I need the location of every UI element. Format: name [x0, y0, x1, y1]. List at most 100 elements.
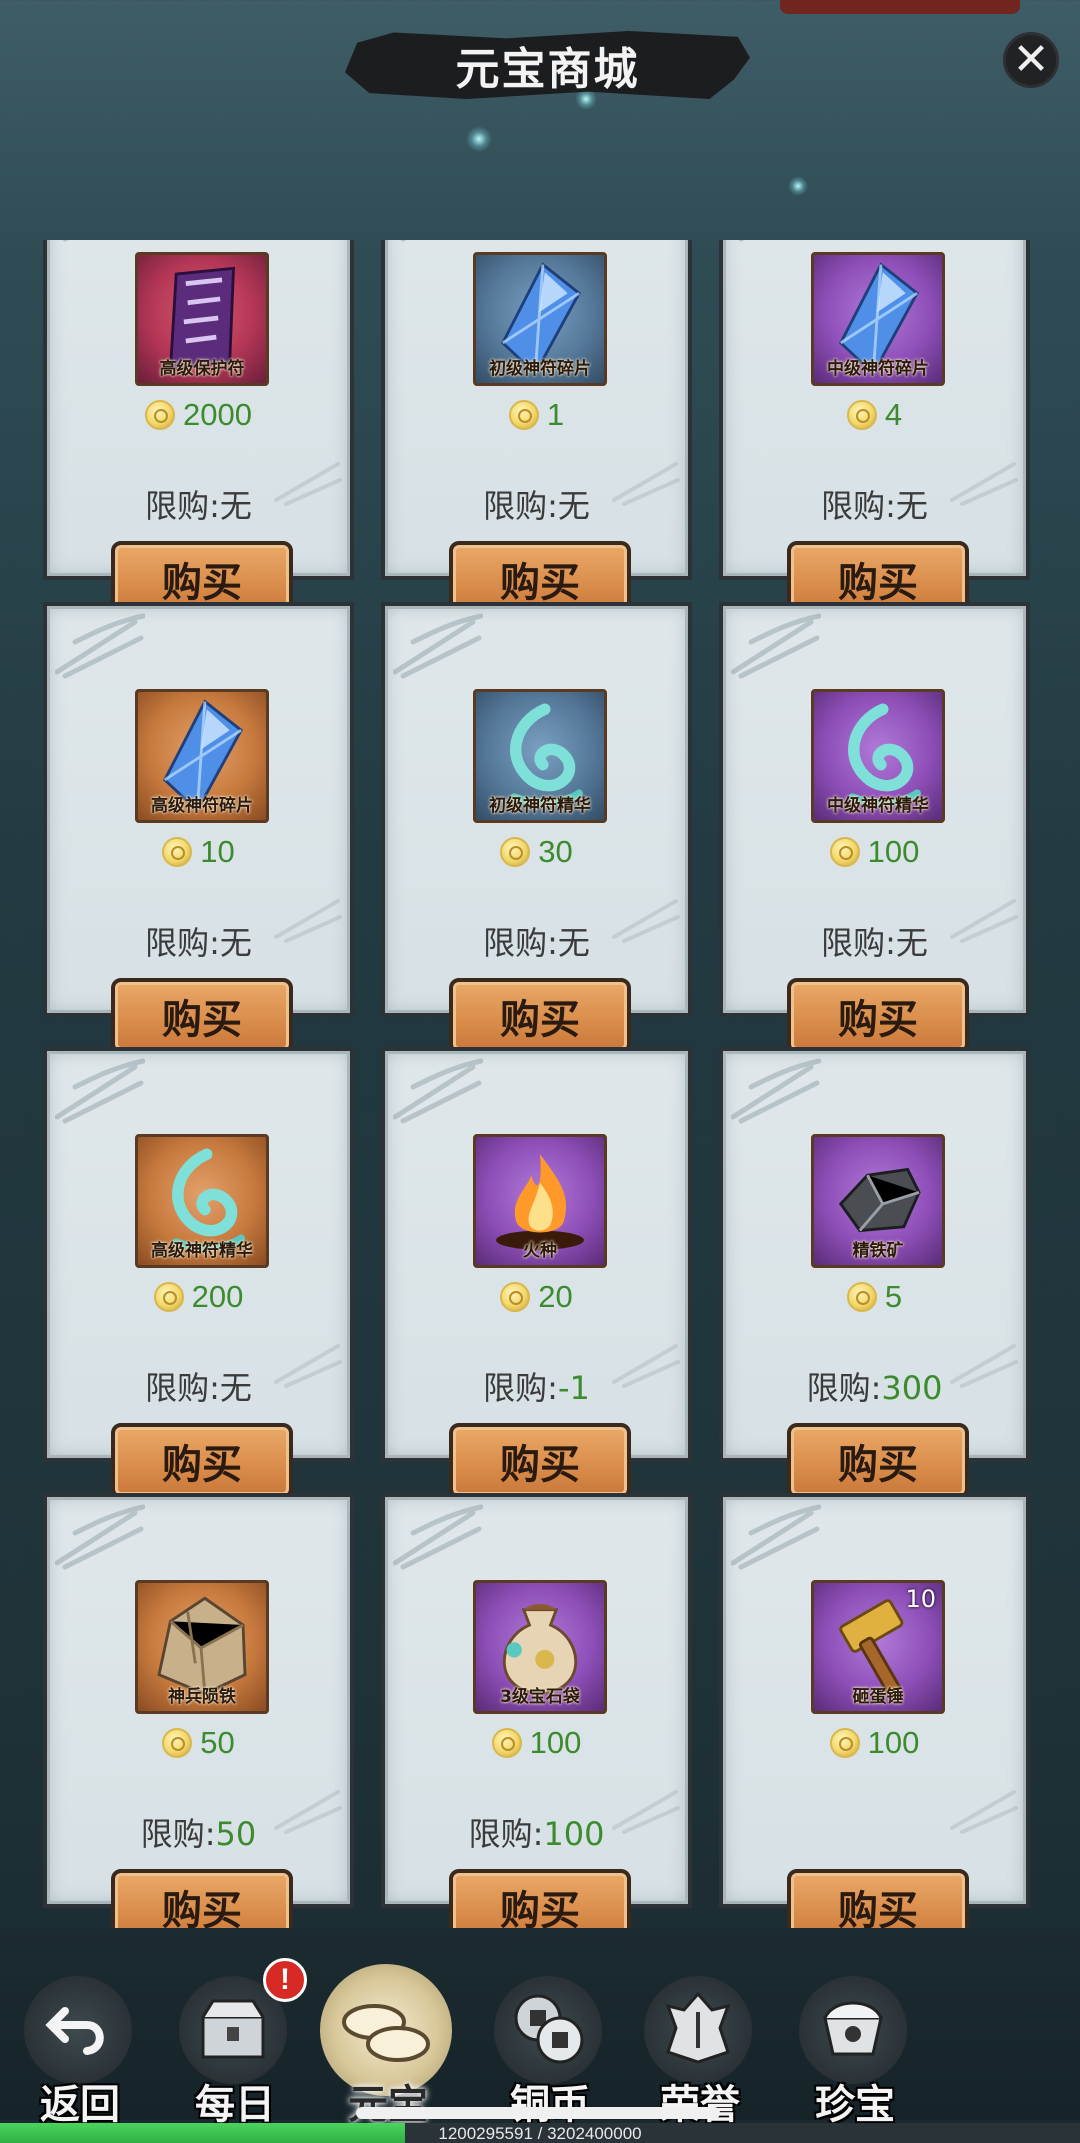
item-name: 初级神符碎片	[489, 359, 591, 379]
limit-label: 限购:	[821, 487, 896, 525]
buy-button[interactable]: 购买	[111, 978, 293, 1054]
ingot-coin-icon	[162, 1728, 193, 1758]
copper-coin-icon	[508, 1988, 588, 2072]
bamboo-decoration	[393, 1504, 483, 1570]
limit-label: 限购:	[145, 1369, 220, 1407]
item-name: 高级神符碎片	[151, 796, 253, 816]
shop-item-card: 中级神符精华 100 限购:无 购买	[719, 602, 1030, 1054]
item-icon-frame[interactable]: 高级神符精华	[135, 1134, 269, 1268]
tab-treasure[interactable]: 珍宝	[785, 1928, 925, 2128]
limit-label: 限购:	[483, 487, 558, 525]
limit-label: 限购:	[468, 1815, 544, 1853]
bottom-tab-bar: 返回 每日! 元宝 铜币 荣誉 珍宝	[0, 1928, 1080, 2128]
tab-back-arrow[interactable]: 返回	[10, 1928, 150, 2128]
close-icon: ✕	[1012, 34, 1050, 85]
item-price: 100	[529, 1725, 582, 1760]
bamboo-decoration	[731, 1058, 821, 1124]
purchase-limit: 限购:100	[385, 1809, 688, 1855]
shop-item-card: 高级神符碎片 10 限购:无 购买	[43, 602, 354, 1054]
item-price: 100	[867, 834, 920, 869]
ingot-coin-icon	[508, 400, 539, 430]
ingot-coin-icon	[145, 400, 176, 430]
item-icon-frame[interactable]: 中级神符碎片	[811, 252, 945, 386]
progress-bar: 1200295591 / 3202400000	[0, 2123, 1080, 2143]
item-icon-frame[interactable]: 砸蛋锤 10	[811, 1580, 945, 1714]
item-name: 神兵陨铁	[168, 1687, 236, 1707]
item-icon-frame[interactable]: 初级神符精华	[473, 689, 607, 823]
item-price: 30	[538, 834, 573, 869]
tab-icon-circle	[494, 1976, 602, 2084]
purchase-limit: 限购:无	[385, 481, 688, 527]
item-name: 中级神符精华	[827, 796, 929, 816]
tab-chest[interactable]: 每日!	[165, 1928, 307, 2128]
price-row: 4	[723, 397, 1026, 433]
item-icon-frame[interactable]: 3级宝石袋	[473, 1580, 607, 1714]
tab-label: 每日	[195, 2081, 275, 2128]
item-icon-frame[interactable]: 火种	[473, 1134, 607, 1268]
tab-copper-coin[interactable]: 铜币	[480, 1928, 620, 2128]
item-price: 20	[538, 1279, 573, 1314]
item-count: 10	[905, 1585, 936, 1613]
purchase-limit: 限购:无	[385, 918, 688, 964]
item-icon-frame[interactable]: 高级神符碎片	[135, 689, 269, 823]
limit-value: -1	[557, 1369, 590, 1407]
buy-button[interactable]: 购买	[449, 1423, 631, 1499]
shop-item-card: 砸蛋锤 10 100 购买	[719, 1493, 1030, 1928]
shop-item-card: 火种 20 限购:-1 购买	[381, 1047, 692, 1499]
limit-label: 限购:	[145, 487, 220, 525]
limit-value: 50	[215, 1815, 257, 1853]
buy-button[interactable]: 购买	[111, 1423, 293, 1499]
tab-honor-emblem[interactable]: 荣誉	[630, 1928, 770, 2128]
shop-item-card: 中级神符碎片 4 限购:无 购买	[719, 240, 1030, 617]
item-icon-frame[interactable]: 高级保护符	[135, 252, 269, 386]
item-name: 中级神符碎片	[827, 359, 929, 379]
tab-label: 元宝	[348, 2081, 428, 2128]
purchase-limit: 限购:无	[723, 481, 1026, 527]
bamboo-decoration	[393, 613, 483, 679]
price-row: 5	[723, 1279, 1026, 1315]
shop-grid[interactable]: 高级保护符 2000 限购:无 购买 初级神符碎片 1 限购:无 购买 中级神符碎片 4 限购:无购…	[0, 240, 1080, 1928]
price-row: 100	[385, 1725, 688, 1761]
price-row: 2000	[47, 397, 350, 433]
item-name: 高级保护符	[159, 359, 245, 379]
tab-ingot[interactable]: 元宝	[318, 1928, 458, 2128]
shop-item-card: 神兵陨铁 50 限购:50 购买	[43, 1493, 354, 1928]
item-name: 火种	[523, 1241, 557, 1261]
purchase-limit: 限购:-1	[385, 1363, 688, 1409]
buy-button[interactable]: 购买	[787, 978, 969, 1054]
buy-button[interactable]: 购买	[787, 1869, 969, 1928]
item-icon-frame[interactable]: 精铁矿	[811, 1134, 945, 1268]
treasure-icon	[813, 1988, 893, 2072]
ingot-coin-icon	[162, 837, 193, 867]
close-button[interactable]: ✕	[1003, 32, 1059, 88]
limit-label: 限购:	[483, 1369, 558, 1407]
price-row: 200	[47, 1279, 350, 1315]
purchase-limit: 限购:50	[47, 1809, 350, 1855]
limit-label: 限购:	[806, 1369, 882, 1407]
item-price: 100	[867, 1725, 920, 1760]
buy-button[interactable]: 购买	[449, 978, 631, 1054]
tab-label: 荣誉	[660, 2081, 740, 2128]
limit-value: 无	[219, 1369, 252, 1407]
item-icon-frame[interactable]: 神兵陨铁	[135, 1580, 269, 1714]
item-price: 1	[546, 397, 565, 432]
price-row: 10	[47, 834, 350, 870]
buy-button[interactable]: 购买	[787, 1423, 969, 1499]
progress-text: 1200295591 / 3202400000	[438, 2124, 642, 2143]
buy-button[interactable]: 购买	[449, 1869, 631, 1928]
shop-item-card: 初级神符碎片 1 限购:无 购买	[381, 240, 692, 617]
buy-button[interactable]: 购买	[111, 1869, 293, 1928]
item-icon-frame[interactable]: 中级神符精华	[811, 689, 945, 823]
limit-value: 无	[219, 924, 252, 962]
bamboo-decoration	[55, 1504, 145, 1570]
item-price: 4	[884, 397, 903, 432]
bamboo-decoration	[400, 240, 407, 242]
limit-value: 无	[557, 487, 590, 525]
bamboo-decoration	[393, 1058, 483, 1124]
limit-value: 100	[543, 1815, 605, 1853]
shop-item-card: 高级保护符 2000 限购:无 购买	[43, 240, 354, 617]
limit-value: 无	[219, 487, 252, 525]
tab-icon-circle	[644, 1976, 752, 2084]
item-icon-frame[interactable]: 初级神符碎片	[473, 252, 607, 386]
bamboo-decoration	[55, 1058, 145, 1124]
